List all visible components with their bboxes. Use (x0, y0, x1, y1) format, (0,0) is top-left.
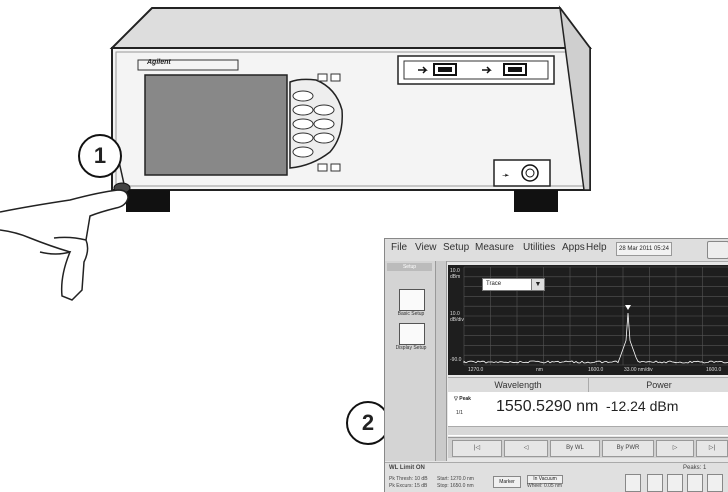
y-top-unit: dBm (450, 274, 460, 280)
menu-setup[interactable]: Setup (443, 242, 469, 253)
previous-icon: ◁ (524, 445, 529, 451)
wavelength-value: 1550.5290 nm (496, 398, 598, 416)
first-peak-button[interactable]: |◁ (452, 440, 502, 457)
x-center-label: 1600.0 (588, 367, 603, 373)
basic-setup-label: Basic Setup (393, 311, 429, 317)
spectrum-line (464, 313, 728, 363)
last-peak-button[interactable]: ▷| (696, 440, 728, 457)
menu-help[interactable]: Help (586, 242, 607, 253)
basic-setup-button[interactable] (399, 289, 425, 311)
analyzer-screen: File View Setup Measure Utilities Apps H… (384, 238, 728, 492)
by-wl-button[interactable]: By WL (550, 440, 600, 457)
stop-wavelength: Stop: 1650.0 nm (437, 483, 474, 489)
by-pwr-button[interactable]: By PWR (602, 440, 654, 457)
status-bar: WL Limit ON Peaks: 1 Pk Thresh: 10 dB Pk… (385, 462, 728, 492)
peak-threshold: Pk Thresh: 10 dB (389, 476, 428, 482)
peaks-count: Peaks: 1 (683, 465, 706, 471)
menu-view[interactable]: View (415, 242, 437, 253)
wl-limit-status: WL Limit ON (389, 465, 425, 471)
y-mid-unit: dB/div (450, 317, 464, 323)
trace-view-button[interactable] (625, 474, 641, 492)
display-setup-button[interactable] (399, 323, 425, 345)
table-view-button[interactable] (667, 474, 683, 492)
x-right-label: 1600.0 (706, 367, 721, 373)
peak-marker (625, 305, 631, 310)
svg-text:➛: ➛ (502, 171, 510, 181)
previous-peak-button[interactable]: ◁ (504, 440, 548, 457)
x-span-label: 33.00 nm/div (624, 367, 653, 373)
trace-dropdown-value: Trace (486, 281, 501, 287)
datetime-display: 28 Mar 2011 05:24 (616, 242, 672, 256)
table-scrollbar[interactable] (448, 426, 728, 435)
wavelength-column-header[interactable]: Wavelength (448, 378, 589, 392)
y-bottom-label: -90.0 (450, 357, 461, 363)
peak-row-label: ▽ Peak (454, 396, 471, 402)
next-peak-button[interactable]: ▷ (656, 440, 694, 457)
menu-utilities[interactable]: Utilities (523, 242, 555, 253)
side-panel: Setup Basic Setup Display Setup (385, 261, 436, 461)
peak-excursion: Pk Excurs: 15 dB (389, 483, 427, 489)
brand-label: Agilent (147, 59, 171, 66)
side-scrollbar[interactable] (436, 261, 447, 461)
x-left-label: 1270.0 (468, 367, 483, 373)
x-unit-label: nm (536, 367, 543, 373)
wheel-step: Wheel: 0.05 nm (527, 483, 562, 489)
power-value: -12.24 dBm (606, 398, 678, 414)
display-setup-label: Display Setup (393, 345, 429, 351)
results-table: Wavelength Power ▽ Peak 1/1 1550.5290 nm… (448, 377, 728, 436)
peak-navigation-toolbar: |◁ ◁ By WL By PWR ▷ ▷| (448, 437, 728, 458)
marker-button[interactable]: Marker (493, 476, 521, 488)
hand-illustration (0, 190, 128, 300)
step-1-callout: 1 (78, 134, 122, 178)
peak-row-index: 1/1 (456, 410, 463, 416)
graph-view-button[interactable] (647, 474, 663, 492)
chevron-down-icon: ▼ (531, 279, 544, 290)
next-icon: ▷ (673, 445, 678, 451)
menu-measure[interactable]: Measure (475, 242, 514, 253)
side-panel-tab[interactable]: Setup (387, 263, 432, 271)
start-wavelength: Start: 1270.0 nm (437, 476, 474, 482)
print-button[interactable] (687, 474, 703, 492)
skip-last-icon: ▷| (709, 445, 715, 451)
settings-button[interactable] (707, 474, 723, 492)
menu-file[interactable]: File (391, 242, 407, 253)
skip-first-icon: |◁ (474, 445, 480, 451)
power-column-header[interactable]: Power (589, 378, 728, 392)
menu-apps[interactable]: Apps (562, 242, 585, 253)
menu-bar: File View Setup Measure Utilities Apps H… (385, 239, 728, 262)
window-button[interactable] (707, 241, 728, 259)
trace-dropdown[interactable]: Trace ▼ (482, 278, 545, 291)
